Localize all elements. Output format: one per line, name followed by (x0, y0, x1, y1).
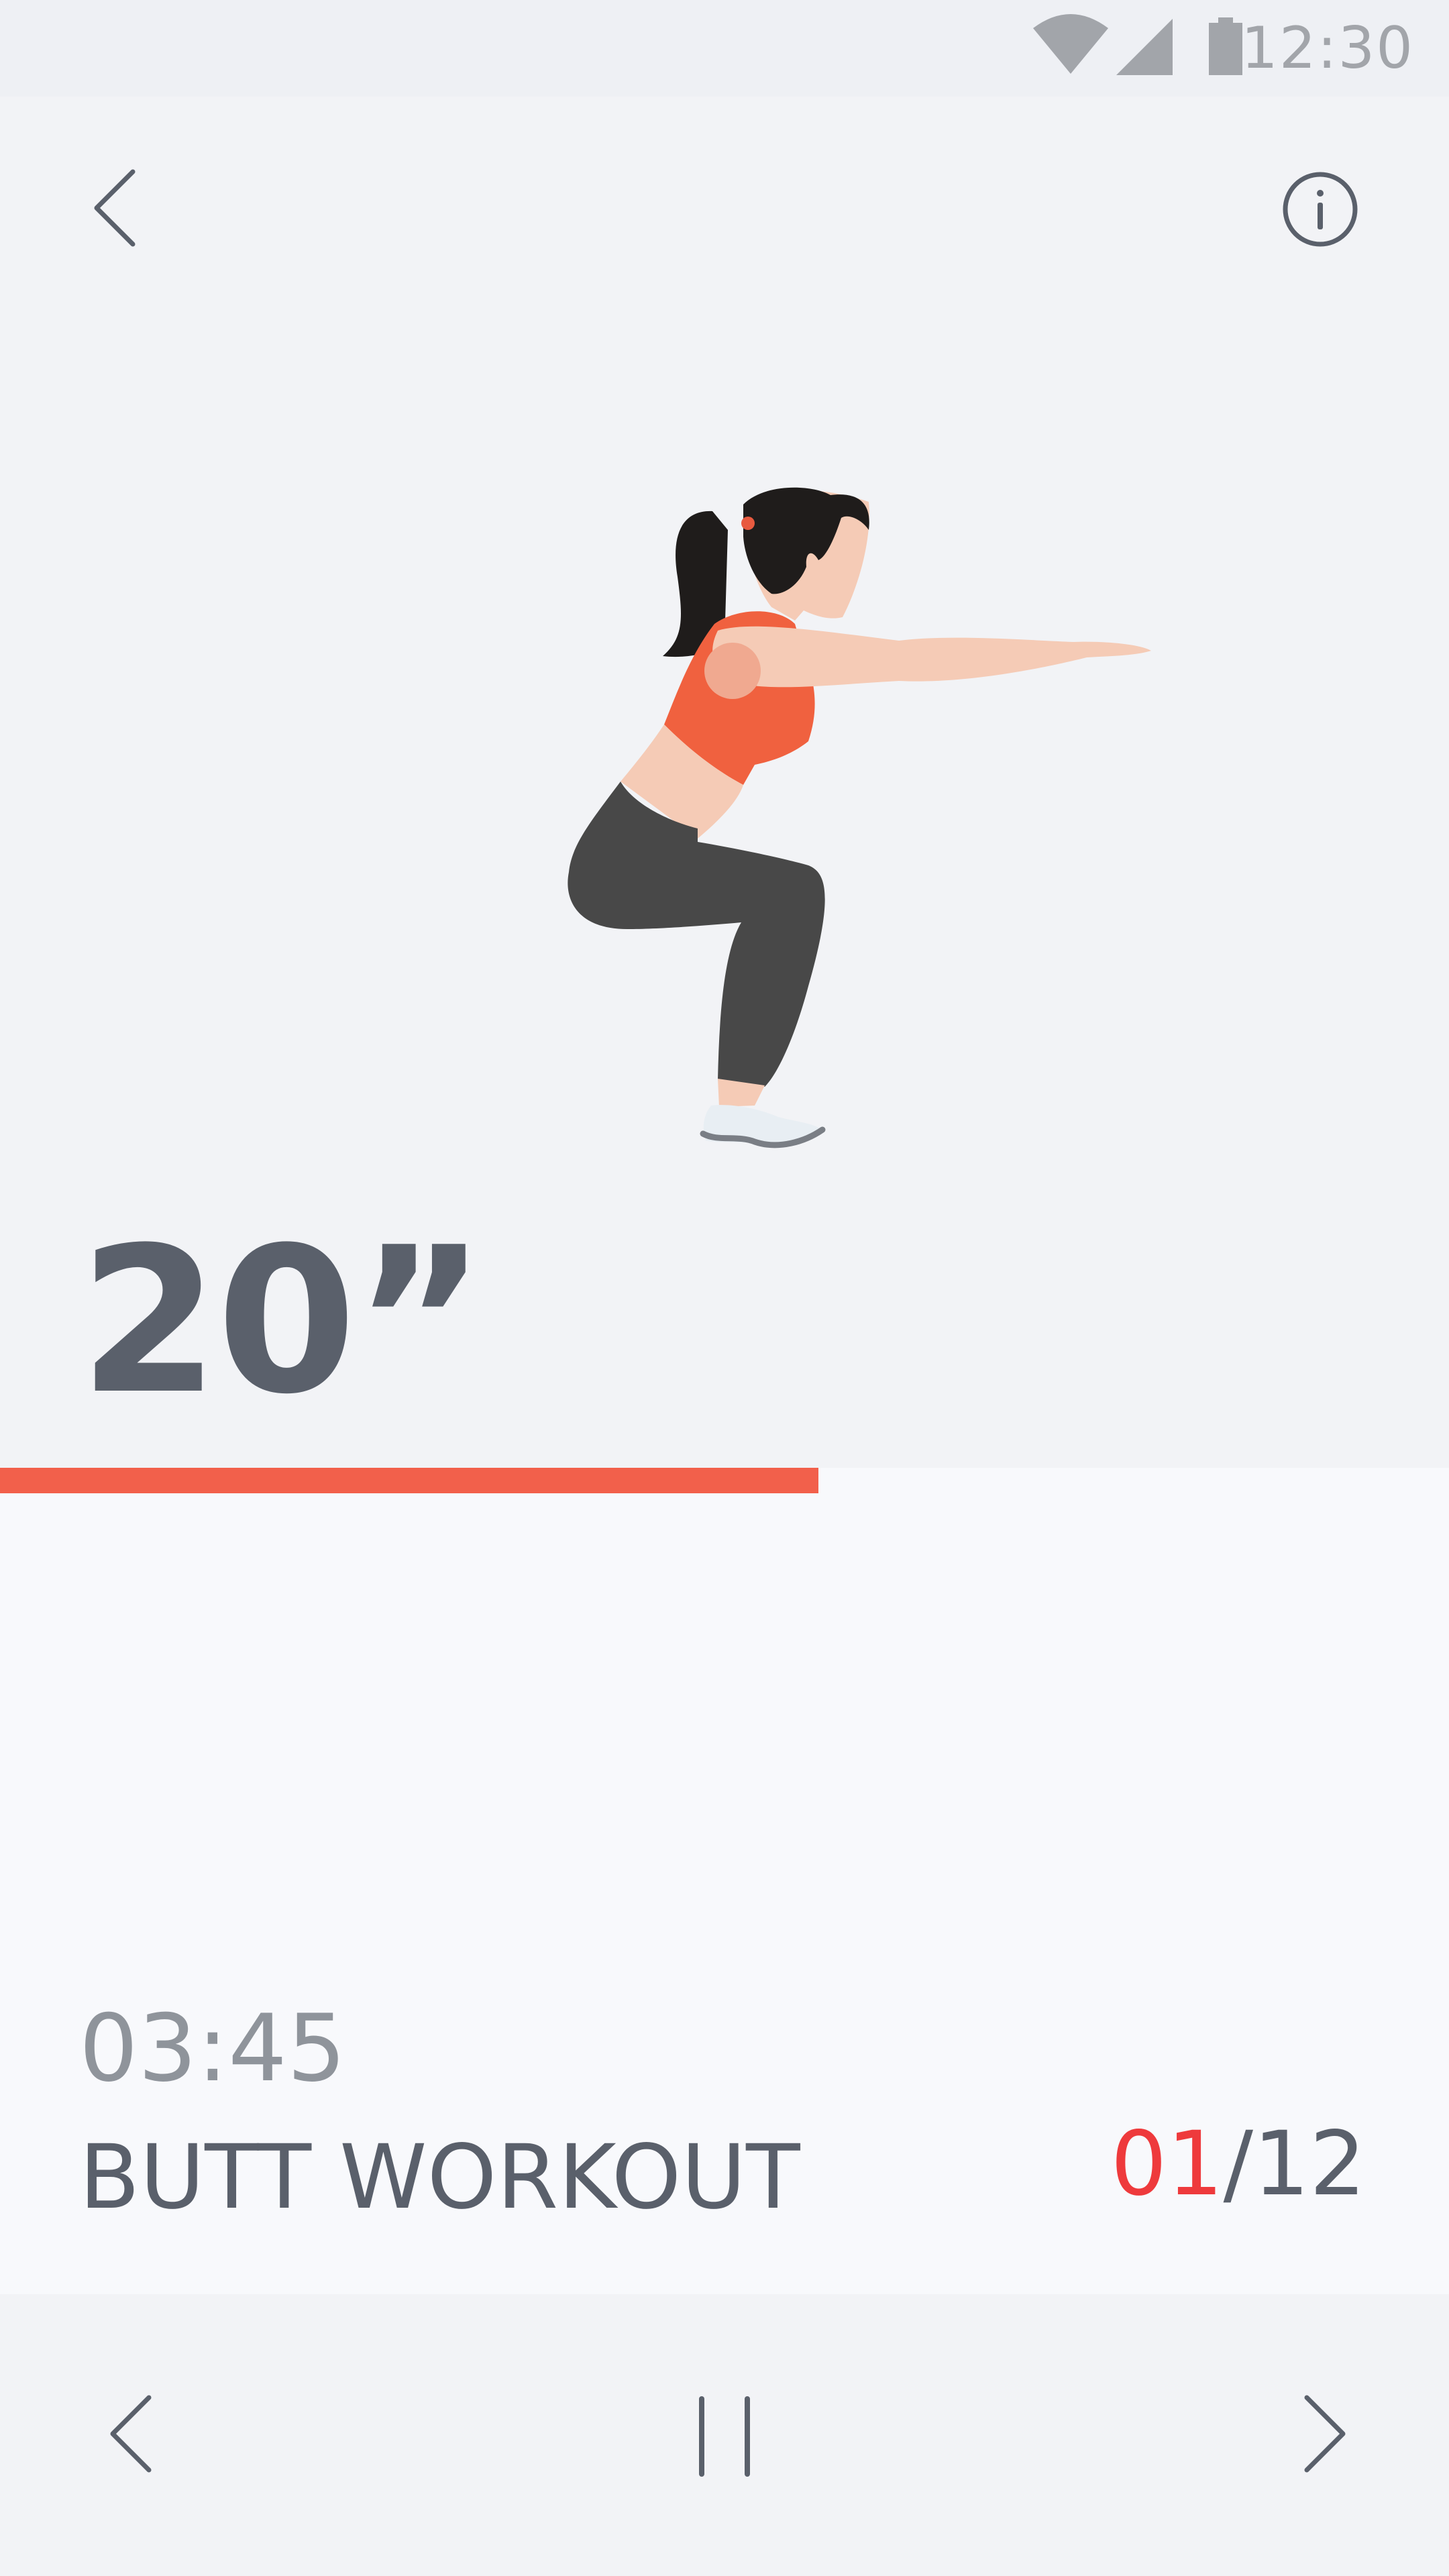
pause-button[interactable] (691, 2394, 758, 2481)
playback-controls (0, 2294, 1449, 2576)
exercise-counter: 01/12 (1111, 2120, 1366, 2208)
info-button[interactable] (1280, 169, 1360, 250)
counter-separator: / (1223, 2112, 1254, 2216)
chevron-right-icon (1304, 2395, 1346, 2473)
workout-title: BUTT WORKOUT (79, 2126, 800, 2229)
wifi-icon (1033, 14, 1108, 74)
back-button[interactable] (80, 161, 148, 255)
signal-icon (1116, 19, 1173, 75)
chevron-left-icon (110, 2395, 152, 2473)
current-exercise-number: 01 (1110, 2112, 1224, 2216)
status-bar: 12:30 (0, 0, 1449, 97)
previous-exercise-button[interactable] (101, 2388, 168, 2482)
elapsed-time: 03:45 (79, 1994, 346, 2102)
pause-icon (699, 2396, 750, 2477)
exercise-progress-fill (0, 1468, 819, 1493)
battery-icon (1209, 17, 1242, 75)
status-time: 12:30 (1241, 15, 1414, 82)
woman-squat-illustration (568, 487, 1151, 1148)
exercise-progress-bar (0, 1468, 1449, 1493)
exercise-countdown: 20” (79, 1204, 486, 1438)
total-exercise-count: 12 (1253, 2112, 1366, 2216)
info-icon (1283, 172, 1358, 247)
next-exercise-button[interactable] (1288, 2388, 1355, 2482)
chevron-left-icon (94, 169, 136, 247)
